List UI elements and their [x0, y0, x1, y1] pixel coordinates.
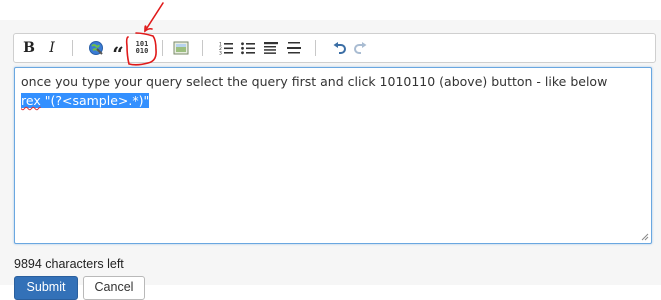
- svg-text:3: 3: [219, 51, 222, 56]
- editor-toolbar: B I “ 101 010 1 2 3: [13, 33, 656, 64]
- cancel-button[interactable]: Cancel: [83, 276, 145, 300]
- answer-textarea[interactable]: once you type your query select the quer…: [14, 67, 652, 244]
- toolbar-separator: [202, 40, 203, 56]
- toolbar-separator: [315, 40, 316, 56]
- horizontal-rule-icon: [287, 42, 301, 54]
- bold-button[interactable]: B: [22, 38, 36, 58]
- bold-icon: B: [23, 40, 35, 56]
- image-icon: [173, 41, 189, 55]
- image-button[interactable]: [172, 38, 190, 58]
- quote-icon: “: [112, 42, 124, 66]
- italic-button[interactable]: I: [45, 38, 59, 58]
- spellcheck-word: rex: [21, 93, 41, 108]
- italic-icon: I: [49, 40, 55, 56]
- redo-icon: [353, 42, 366, 54]
- characters-left-counter: 9894 characters left: [14, 257, 124, 271]
- page-top: [0, 0, 661, 20]
- undo-button[interactable]: [332, 38, 346, 58]
- submit-button[interactable]: Submit: [14, 276, 78, 300]
- editor-selected-line: rex "(?<sample>.*)": [21, 91, 645, 110]
- text-selection: rex "(?<sample>.*)": [21, 93, 150, 108]
- heading-icon: [264, 42, 278, 54]
- link-button[interactable]: [87, 38, 105, 58]
- numbered-list-icon: 1 2 3: [219, 42, 233, 56]
- bulleted-list-button[interactable]: [240, 38, 256, 58]
- quote-button[interactable]: “: [111, 38, 125, 64]
- redo-button[interactable]: [353, 38, 367, 58]
- link-icon: [89, 41, 103, 55]
- selected-text: "(?<sample>.*)": [40, 93, 150, 108]
- resize-handle-icon[interactable]: [641, 233, 649, 241]
- editor-line: once you type your query select the quer…: [21, 74, 608, 89]
- toolbar-separator: [72, 40, 73, 56]
- numbered-list-button[interactable]: 1 2 3: [218, 38, 234, 58]
- horizontal-rule-button[interactable]: [286, 38, 302, 58]
- toolbar-separator: [162, 40, 163, 56]
- undo-icon: [333, 42, 346, 54]
- code-sample-button[interactable]: 101 010: [132, 38, 152, 58]
- bulleted-list-icon: [241, 42, 255, 55]
- code-sample-icon: 101 010: [135, 40, 149, 55]
- heading-button[interactable]: [263, 38, 279, 58]
